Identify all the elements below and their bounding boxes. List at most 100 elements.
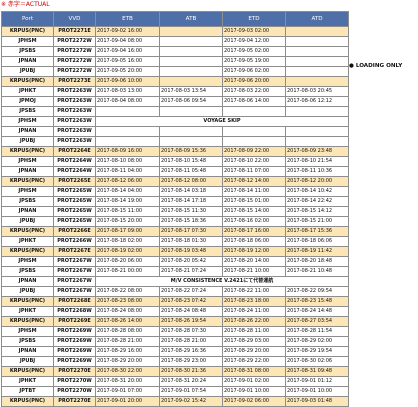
loading-only-note: ● LOADING ONLY <box>349 63 403 69</box>
cell-atb: 2017-08-12 08:00 <box>159 176 223 187</box>
cell-vvd: PROT2264W <box>53 166 96 177</box>
cell-atb: 2017-08-14 17:18 <box>159 196 223 207</box>
table-row: KRPUS(PNC) PROT2268E 2017-08-23 08:00 2017-… <box>1 296 349 307</box>
table-row: KRPUS(PNC) PROT2270E 2017-08-30 22:00 2017-… <box>1 366 349 377</box>
cell-port: JPHSM <box>1 156 54 167</box>
cell-etd: 2017-08-19 12:00 <box>222 246 286 257</box>
cell-atd: 2017-08-15 21:00 <box>285 216 349 227</box>
cell-vvd: PROT2265W <box>53 216 96 227</box>
cell-atd <box>285 126 349 137</box>
cell-atd: 2017-08-29 19:54 <box>285 346 349 357</box>
cell-atd: 2017-08-14 10:42 <box>285 186 349 197</box>
cell-etb: 2017-08-09 16:00 <box>95 146 160 157</box>
cell-port: JPHSM <box>1 36 54 47</box>
cell-etb: 2017-08-21 00:00 <box>95 266 160 277</box>
cell-etb: 2017-08-30 22:00 <box>95 366 160 377</box>
table-row: JPHSM PROT2267W 2017-08-20 06:00 2017-08-20… <box>1 256 349 267</box>
cell-atb: 2017-08-23 07:42 <box>159 296 223 307</box>
cell-etd: 2017-09-01 02:00 <box>222 376 286 387</box>
cell-etb: 2017-09-01 07:00 <box>95 386 160 397</box>
cell-vvd: PROT2264E <box>53 146 96 157</box>
header-row: Port VVD ETB ATB ETD ATD <box>1 11 349 27</box>
cell-etb: 2017-09-06 10:00 <box>95 76 160 87</box>
cell-port: JPNAN <box>1 126 54 137</box>
cell-vvd: PROT2268E <box>53 296 96 307</box>
header-etb: ETB <box>95 11 160 27</box>
header-atd: ATD <box>285 11 349 27</box>
cell-atb <box>159 26 223 37</box>
cell-vvd: PROT2270W <box>53 386 96 397</box>
cell-atd: 2017-08-06 12:12 <box>285 96 349 107</box>
cell-vvd: PROT2269E <box>53 316 96 327</box>
cell-etb: 2017-08-11 04:00 <box>95 166 160 177</box>
cell-vvd: PROT2272W <box>53 36 96 47</box>
cell-etb: 2017-08-28 08:00 <box>95 326 160 337</box>
cell-port: JPUBJ <box>1 286 54 297</box>
cell-atd: 2017-08-27 03:54 <box>285 316 349 327</box>
cell-vvd: PROT2263W <box>53 126 96 137</box>
cell-vvd: PROT2263W <box>53 86 96 97</box>
cell-vvd: PROT2263W <box>53 96 96 107</box>
cell-vvd: PROT2267W <box>53 276 96 287</box>
cell-atd: 2017-08-09 23:48 <box>285 146 349 157</box>
cell-port: JPHSM <box>1 256 54 267</box>
cell-etb: 2017-08-17 09:00 <box>95 226 160 237</box>
table-row: KRPUS(PNC) PROT2266E 2017-08-17 09:00 2017-… <box>1 226 349 237</box>
cell-atb <box>159 106 223 117</box>
cell-etd: 2017-08-15 14:00 <box>222 206 286 217</box>
cell-port: JPTBT <box>1 386 54 397</box>
cell-port: KRPUS(PNC) <box>1 246 54 257</box>
header-etd: ETD <box>222 11 286 27</box>
cell-etd: 2017-09-06 20:00 <box>222 76 286 87</box>
table-row: KRPUS(PNC) PROT2265E 2017-08-12 06:00 2017-… <box>1 176 349 187</box>
table-row: JPSBS PROT2272W 2017-09-04 16:00 2017-09-05… <box>1 46 349 57</box>
cell-etb: 2017-09-01 20:00 <box>95 396 160 407</box>
cell-atd: 2017-08-12 20:00 <box>285 176 349 187</box>
cell-port: KRPUS(PNC) <box>1 76 54 87</box>
table-row: JPNAN PROT2267W M/V CONSISTENCE V.2421にて代替… <box>1 276 349 287</box>
cell-etb: 2017-08-20 06:00 <box>95 256 160 267</box>
cell-port: JPHSM <box>1 326 54 337</box>
cell-etd: 2017-09-04 12:00 <box>222 36 286 47</box>
table-row: JPUBJ PROT2272W 2017-09-05 20:00 2017-09-06… <box>1 66 349 77</box>
header-port: Port <box>1 11 54 27</box>
table-row: JPHSM PROT2263W VOYAGE SKIP <box>1 116 349 127</box>
cell-port: JPUBJ <box>1 136 54 147</box>
cell-etb: 2017-08-24 08:00 <box>95 306 160 317</box>
cell-vvd: PROT2267W <box>53 256 96 267</box>
cell-atb: 2017-09-02 15:42 <box>159 396 223 407</box>
cell-port: JPSBS <box>1 46 54 57</box>
actual-legend-note: ※ 赤字＝ACTUAL <box>1 1 50 8</box>
cell-atd: 2017-09-03 01:48 <box>285 396 349 407</box>
cell-etb: 2017-09-05 20:00 <box>95 66 160 77</box>
cell-atd: 2017-08-15 14:12 <box>285 206 349 217</box>
cell-port: JPNAN <box>1 166 54 177</box>
cell-port: KRPUS(PNC) <box>1 296 54 307</box>
table-row: KRPUS(PNC) PROT2264E 2017-08-09 16:00 2017-… <box>1 146 349 157</box>
cell-etd: 2017-08-24 11:00 <box>222 306 286 317</box>
cell-port: JPHKT <box>1 236 54 247</box>
cell-vvd: PROT2265W <box>53 186 96 197</box>
cell-atb <box>159 36 223 47</box>
cell-vvd: PROT2270W <box>53 376 96 387</box>
table-row: JPHSM PROT2265W 2017-08-14 04:00 2017-08-14… <box>1 186 349 197</box>
cell-etd <box>222 106 286 117</box>
table-row: JPNAN PROT2263W <box>1 126 349 137</box>
cell-etd: 2017-08-29 03:00 <box>222 336 286 347</box>
cell-atd: 2017-08-23 15:48 <box>285 296 349 307</box>
cell-vvd: PROT2265W <box>53 196 96 207</box>
cell-port: JPSBS <box>1 336 54 347</box>
table-row: KRPUS(PNC) PROT2270E 2017-09-01 20:00 2017-… <box>1 396 349 407</box>
cell-etd: 2017-08-29 22:00 <box>222 356 286 367</box>
cell-atd <box>285 106 349 117</box>
cell-atd: 2017-08-10 21:54 <box>285 156 349 167</box>
cell-etb: 2017-08-29 20:00 <box>95 356 160 367</box>
cell-etd: 2017-08-26 22:00 <box>222 316 286 327</box>
cell-vvd: PROT2264W <box>53 156 96 167</box>
cell-atb: 2017-08-11 05:48 <box>159 166 223 177</box>
table-row: JPSBS PROT2269W 2017-08-28 21:00 2017-08-28… <box>1 336 349 347</box>
cell-etd: 2017-09-02 06:00 <box>222 396 286 407</box>
cell-etd: 2017-08-22 11:00 <box>222 286 286 297</box>
cell-etd: 2017-09-01 10:00 <box>222 386 286 397</box>
cell-etb: 2017-08-31 20:00 <box>95 376 160 387</box>
